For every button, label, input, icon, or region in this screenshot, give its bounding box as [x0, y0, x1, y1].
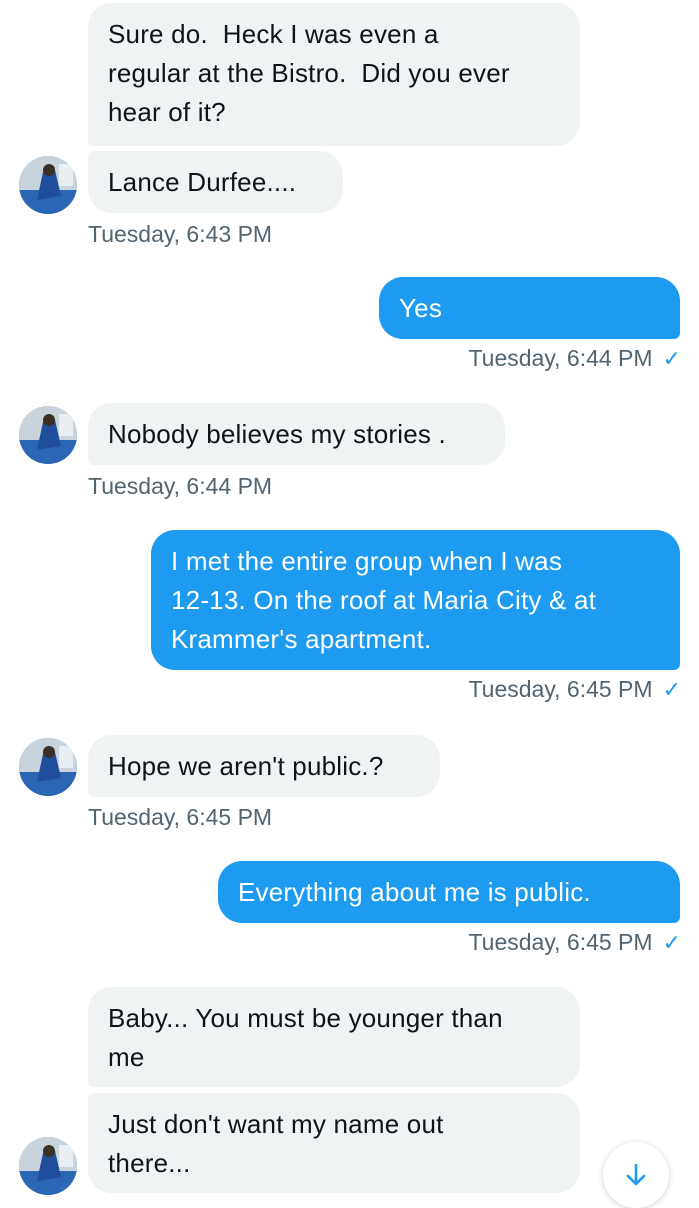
message-timestamp: Tuesday, 6:45 PM ✓	[468, 928, 681, 957]
contact-avatar[interactable]	[19, 738, 77, 796]
contact-avatar[interactable]	[19, 406, 77, 464]
read-receipt-icon: ✓	[662, 346, 681, 371]
incoming-message-bubble[interactable]: Lance Durfee....	[88, 151, 343, 213]
avatar-image	[19, 1137, 77, 1195]
avatar-image	[19, 738, 77, 796]
read-receipt-icon: ✓	[662, 677, 681, 702]
message-timestamp: Tuesday, 6:45 PM ✓	[468, 675, 681, 704]
timestamp-text: Tuesday, 6:44 PM	[468, 345, 653, 371]
incoming-message-bubble[interactable]: Hope we aren't public.?	[88, 735, 440, 797]
contact-avatar[interactable]	[19, 1137, 77, 1195]
incoming-message-bubble[interactable]: Baby... You must be younger than me	[88, 987, 580, 1087]
arrow-down-icon	[626, 1163, 646, 1186]
incoming-message-bubble[interactable]: Nobody believes my stories .	[88, 403, 505, 465]
incoming-message-bubble[interactable]: Sure do. Heck I was even a regular at th…	[88, 3, 580, 146]
contact-avatar[interactable]	[19, 156, 77, 214]
outgoing-message-bubble[interactable]: Everything about me is public.	[218, 861, 680, 923]
scroll-to-bottom-button[interactable]	[603, 1142, 669, 1208]
outgoing-message-bubble[interactable]: I met the entire group when I was 12-13.…	[151, 530, 680, 670]
message-timestamp: Tuesday, 6:44 PM ✓	[468, 344, 681, 373]
timestamp-text: Tuesday, 6:45 PM	[468, 929, 653, 955]
message-timestamp: Tuesday, 6:44 PM	[88, 473, 273, 499]
outgoing-message-bubble[interactable]: Yes	[379, 277, 680, 339]
read-receipt-icon: ✓	[662, 930, 681, 955]
message-timestamp: Tuesday, 6:43 PM	[88, 221, 273, 247]
incoming-message-bubble[interactable]: Just don't want my name out there...	[88, 1093, 580, 1193]
timestamp-text: Tuesday, 6:45 PM	[468, 676, 653, 702]
avatar-image	[19, 406, 77, 464]
message-timestamp: Tuesday, 6:45 PM	[88, 804, 273, 830]
avatar-image	[19, 156, 77, 214]
